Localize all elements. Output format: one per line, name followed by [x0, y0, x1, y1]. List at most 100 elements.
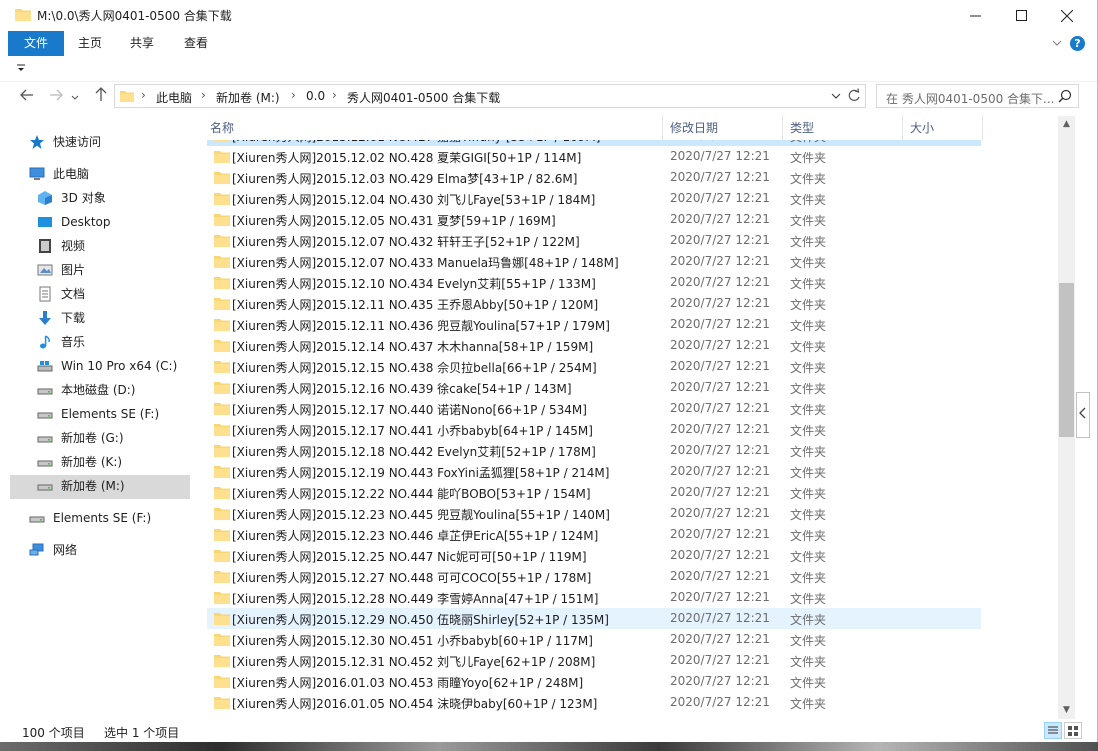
file-row[interactable]: [Xiuren秀人网]2015.12.15 NO.438 佘贝拉bella[66… — [207, 356, 981, 377]
file-row[interactable]: [Xiuren秀人网]2015.12.27 NO.448 可可COCO[55+1… — [207, 566, 981, 587]
file-name: [Xiuren秀人网]2015.12.18 NO.442 Evelyn艾莉[52… — [232, 445, 596, 459]
file-name: [Xiuren秀人网]2015.12.15 NO.438 佘贝拉bella[66… — [232, 361, 597, 375]
file-name: [Xiuren秀人网]2015.12.11 NO.436 兜豆靓Youlina[… — [232, 319, 610, 333]
breadcrumb-separator-icon[interactable]: › — [332, 88, 337, 102]
file-date: 2020/7/27 12:21 — [670, 611, 770, 625]
breadcrumb-this-pc[interactable]: 此电脑 — [156, 89, 192, 106]
folder-icon — [214, 487, 230, 499]
breadcrumb-separator-icon[interactable]: › — [291, 88, 296, 102]
tab-share[interactable]: 共享 — [118, 31, 166, 56]
desktop-icon — [38, 217, 52, 227]
ribbon-tabs: 文件 主页 共享 查看 ? — [0, 31, 1097, 56]
title-bar[interactable]: M:\0.0\秀人网0401-0500 合集下载 — [0, 0, 1097, 31]
file-row[interactable]: [Xiuren秀人网]2015.12.14 NO.437 木木hanna[58+… — [207, 335, 981, 356]
tab-view[interactable]: 查看 — [171, 31, 221, 56]
file-row[interactable]: [Xiuren秀人网]2015.12.11 NO.435 王乔恩Abby[50+… — [207, 293, 981, 314]
back-button[interactable] — [16, 86, 38, 106]
file-date: 2020/7/27 12:21 — [670, 380, 770, 394]
column-name[interactable]: 名称 — [203, 116, 663, 140]
file-type: 文件夹 — [790, 151, 827, 165]
file-row[interactable]: [Xiuren秀人网]2015.12.23 NO.446 卓芷伊EricA[55… — [207, 524, 981, 545]
file-row[interactable]: [Xiuren秀人网]2015.12.22 NO.444 能吖BOBO[53+1… — [207, 482, 981, 503]
scroll-up-icon[interactable]: ▲ — [1058, 116, 1075, 133]
file-row[interactable]: [Xiuren秀人网]2015.12.28 NO.449 李雪婷Anna[47+… — [207, 587, 981, 608]
recent-locations-button[interactable] — [68, 86, 82, 106]
search-icon — [1058, 89, 1072, 103]
file-row[interactable]: [Xiuren秀人网]2015.12.10 NO.434 Evelyn艾莉[55… — [207, 272, 981, 293]
file-date: 2020/7/27 12:21 — [670, 527, 770, 541]
file-row[interactable]: [Xiuren秀人网]2015.12.07 NO.433 Manuela玛鲁娜[… — [207, 251, 981, 272]
forward-button[interactable] — [45, 86, 67, 106]
file-row[interactable]: [Xiuren秀人网]2015.12.04 NO.430 刘飞儿Faye[53+… — [207, 188, 981, 209]
minimize-button[interactable] — [952, 0, 998, 31]
address-dropdown-icon[interactable] — [831, 88, 841, 104]
address-row: › 此电脑 › 新加卷 (M:) › 0.0 › 秀人网0401-0500 合集… — [0, 82, 1097, 110]
file-name: [Xiuren秀人网]2015.12.27 NO.448 可可COCO[55+1… — [232, 571, 592, 585]
folder-icon — [214, 193, 230, 205]
breadcrumb-separator-icon[interactable]: › — [201, 88, 206, 102]
file-date: 2020/7/27 12:21 — [670, 422, 770, 436]
file-row[interactable]: [Xiuren秀人网]2015.12.03 NO.429 Elma梦[43+1P… — [207, 167, 981, 188]
file-type: 文件夹 — [790, 256, 827, 270]
tab-home[interactable]: 主页 — [66, 31, 114, 56]
search-box[interactable]: 在 秀人网0401-0500 合集下... — [876, 84, 1079, 108]
file-row[interactable]: [Xiuren秀人网]2015.12.30 NO.451 小乔babyb[60+… — [207, 629, 981, 650]
column-type[interactable]: 类型 — [783, 116, 903, 140]
file-row[interactable]: [Xiuren秀人网]2016.01.05 NO.454 沫晓伊baby[60+… — [207, 692, 981, 713]
file-type: 文件夹 — [790, 634, 827, 648]
file-row[interactable]: [Xiuren秀人网]2015.12.02 NO.428 夏茉GIGI[50+1… — [207, 146, 981, 167]
file-row[interactable]: [Xiuren秀人网]2015.12.07 NO.432 轩轩王子[52+1P … — [207, 230, 981, 251]
column-date-modified[interactable]: 修改日期 — [663, 116, 783, 140]
selection-count: 选中 1 个项目 — [104, 726, 180, 740]
scroll-thumb[interactable] — [1059, 283, 1074, 437]
column-size[interactable]: 大小 — [903, 116, 983, 140]
file-row[interactable]: [Xiuren秀人网]2016.01.03 NO.453 雨瞳Yoyo[62+1… — [207, 671, 981, 692]
file-type: 文件夹 — [790, 655, 827, 669]
breadcrumb-drive-m[interactable]: 新加卷 (M:) — [216, 89, 280, 106]
file-type: 文件夹 — [790, 319, 827, 333]
up-button[interactable] — [90, 86, 112, 106]
desktop-background — [0, 742, 1098, 751]
file-date: 2020/7/27 12:21 — [670, 254, 770, 268]
preview-pane-toggle[interactable] — [1076, 392, 1090, 438]
help-icon[interactable]: ? — [1070, 36, 1085, 51]
drive-icon — [37, 412, 53, 419]
file-type: 文件夹 — [790, 529, 827, 543]
item-count: 100 个项目 — [22, 726, 85, 740]
file-type: 文件夹 — [790, 172, 827, 186]
file-row[interactable]: [Xiuren秀人网]2015.12.17 NO.441 小乔babyb[64+… — [207, 419, 981, 440]
folder-icon — [214, 634, 230, 646]
breadcrumb-current-folder[interactable]: 秀人网0401-0500 合集下载 — [347, 89, 500, 106]
vertical-scrollbar[interactable]: ▲ ▼ — [1058, 116, 1075, 719]
file-name: [Xiuren秀人网]2016.01.03 NO.453 雨瞳Yoyo[62+1… — [232, 676, 584, 690]
close-button[interactable] — [1044, 0, 1090, 31]
file-type: 文件夹 — [790, 466, 827, 480]
drive-icon — [29, 516, 45, 523]
file-name: [Xiuren秀人网]2016.01.05 NO.454 沫晓伊baby[60+… — [232, 697, 598, 711]
details-view-button[interactable] — [1044, 722, 1062, 739]
refresh-icon[interactable] — [847, 87, 861, 105]
breadcrumb-folder-0-0[interactable]: 0.0 — [306, 89, 325, 103]
file-row[interactable]: [Xiuren秀人网]2015.12.23 NO.445 兜豆靓Youlina[… — [207, 503, 981, 524]
address-bar[interactable]: › 此电脑 › 新加卷 (M:) › 0.0 › 秀人网0401-0500 合集… — [114, 84, 866, 108]
large-icons-view-button[interactable] — [1064, 722, 1082, 739]
maximize-button[interactable] — [998, 0, 1044, 31]
file-name: [Xiuren秀人网]2015.12.14 NO.437 木木hanna[58+… — [232, 340, 594, 354]
file-row[interactable]: [Xiuren秀人网]2015.12.17 NO.440 诺诺Nono[66+1… — [207, 398, 981, 419]
customize-toolbar-icon[interactable] — [16, 64, 26, 72]
scroll-down-icon[interactable]: ▼ — [1058, 702, 1075, 719]
file-row[interactable]: [Xiuren秀人网]2015.12.18 NO.442 Evelyn艾莉[52… — [207, 440, 981, 461]
file-row[interactable]: [Xiuren秀人网]2015.12.11 NO.436 兜豆靓Youlina[… — [207, 314, 981, 335]
folder-icon — [214, 676, 230, 688]
file-row[interactable]: [Xiuren秀人网]2015.12.19 NO.443 FoxYini孟狐狸[… — [207, 461, 981, 482]
file-date: 2020/7/27 12:21 — [670, 359, 770, 373]
file-row[interactable]: [Xiuren秀人网]2015.12.31 NO.452 刘飞儿Faye[62+… — [207, 650, 981, 671]
tab-file[interactable]: 文件 — [8, 31, 64, 56]
file-row[interactable]: [Xiuren秀人网]2015.12.16 NO.439 徐cake[54+1P… — [207, 377, 981, 398]
breadcrumb-separator-icon[interactable]: › — [141, 88, 146, 102]
file-date: 2020/7/27 12:21 — [670, 170, 770, 184]
chevron-down-icon[interactable] — [1050, 36, 1064, 50]
file-row[interactable]: [Xiuren秀人网]2015.12.05 NO.431 夏梦[59+1P / … — [207, 209, 981, 230]
file-row[interactable]: [Xiuren秀人网]2015.12.25 NO.447 Nic妮可可[50+1… — [207, 545, 981, 566]
file-row[interactable]: [Xiuren秀人网]2015.12.29 NO.450 伍晓丽Shirley[… — [207, 608, 981, 629]
